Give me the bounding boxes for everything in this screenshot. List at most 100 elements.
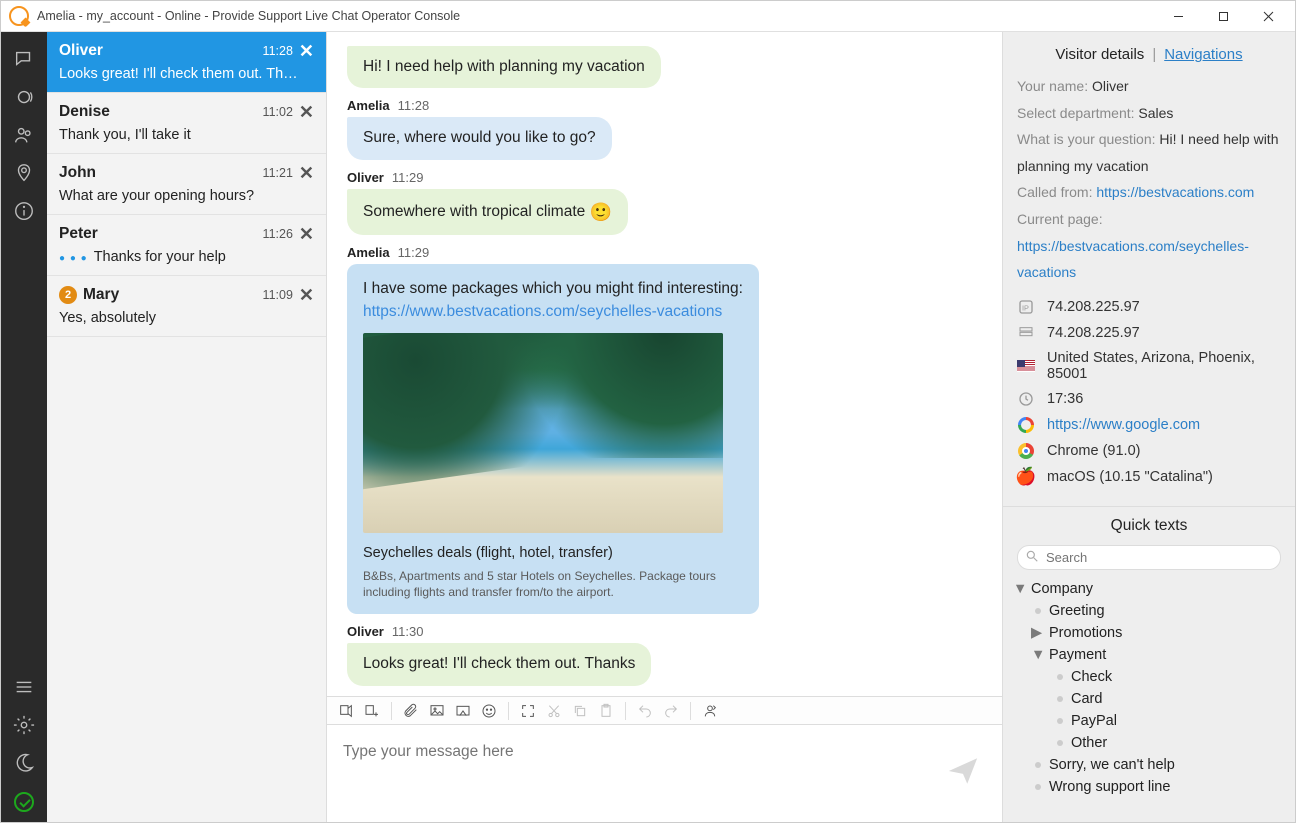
tab-navigations[interactable]: Navigations	[1164, 46, 1242, 63]
message-meta: Oliver11:29	[347, 170, 982, 185]
card-title: Seychelles deals (flight, hotel, transfe…	[363, 543, 743, 564]
quick-texts-tree: ▼Company Greeting ▶Promotions ▼Payment C…	[1003, 578, 1295, 822]
chat-preview: Yes, absolutely	[59, 310, 314, 326]
tree-leaf-other[interactable]: Other	[1013, 732, 1285, 754]
tree-node-payment[interactable]: ▼Payment	[1013, 644, 1285, 666]
info-icon[interactable]	[1, 192, 47, 230]
chat-preview: Thank you, I'll take it	[59, 127, 314, 143]
tree-leaf-wrong[interactable]: Wrong support line	[1013, 776, 1285, 798]
chat-list-item[interactable]: Peter11:26✕ Thanks for your help	[47, 215, 326, 276]
tree-node-company[interactable]: ▼Company	[1013, 578, 1285, 600]
maximize-button[interactable]	[1201, 2, 1246, 31]
add-canned-icon[interactable]	[361, 700, 383, 722]
chrome-icon	[1017, 442, 1035, 460]
message-input[interactable]	[343, 743, 946, 779]
ip-address: 74.208.225.97	[1047, 299, 1140, 315]
compose-input-area	[327, 724, 1002, 822]
svg-text:IP: IP	[1022, 303, 1029, 312]
visitor-details: Your name: Oliver Select department: Sal…	[1003, 73, 1295, 286]
chat-list-item[interactable]: 2Mary11:09✕ Yes, absolutely	[47, 276, 326, 337]
location-icon[interactable]	[1, 154, 47, 192]
referrer-link[interactable]: https://www.google.com	[1047, 417, 1200, 433]
close-chat-icon[interactable]: ✕	[299, 227, 314, 241]
card-lead: I have some packages which you might fin…	[363, 278, 743, 300]
toolbar-separator	[690, 702, 691, 720]
agent-message-card: I have some packages which you might fin…	[347, 264, 759, 614]
redo-icon	[660, 700, 682, 722]
visitor-department: Sales	[1138, 105, 1173, 121]
tab-visitor-details[interactable]: Visitor details	[1055, 46, 1144, 63]
cut-icon	[543, 700, 565, 722]
tree-leaf-sorry[interactable]: Sorry, we can't help	[1013, 754, 1285, 776]
tree-node-promotions[interactable]: ▶Promotions	[1013, 622, 1285, 644]
visitor-message: Hi! I need help with planning my vacatio…	[347, 46, 661, 88]
visitor-location: United States, Arizona, Phoenix, 85001	[1047, 350, 1281, 382]
os-value: macOS (10.15 "Catalina")	[1047, 469, 1213, 485]
chat-list-item[interactable]: John11:21 ✕ What are your opening hours?	[47, 154, 326, 215]
search-icon	[1025, 549, 1039, 566]
right-tabs: Visitor details | Navigations	[1003, 32, 1295, 73]
toolbar-separator	[391, 702, 392, 720]
chat-time: 11:09	[263, 288, 293, 302]
called-from-link[interactable]: https://bestvacations.com	[1096, 184, 1254, 200]
window-title: Amelia - my_account - Online - Provide S…	[37, 9, 460, 23]
close-chat-icon[interactable]: ✕	[299, 44, 314, 58]
night-mode-icon[interactable]	[1, 744, 47, 782]
host-address: 74.208.225.97	[1047, 325, 1140, 341]
fullscreen-icon[interactable]	[517, 700, 539, 722]
tree-leaf-check[interactable]: Check	[1013, 666, 1285, 688]
menu-icon[interactable]	[1, 668, 47, 706]
attach-file-icon[interactable]	[400, 700, 422, 722]
current-page-link[interactable]: https://bestvacations.com/seychelles-vac…	[1017, 238, 1249, 281]
chat-list-item[interactable]: Oliver11:28✕ Looks great! I'll check the…	[47, 32, 326, 93]
unread-badge: 2	[59, 286, 77, 304]
card-link[interactable]: https://www.bestvacations.com/seychelles…	[363, 303, 722, 320]
smile-emoji-icon: 🙂	[590, 202, 612, 222]
visitor-info-list: IP 74.208.225.97 74.208.225.97 United Sta…	[1003, 286, 1295, 506]
copy-icon	[569, 700, 591, 722]
chat-list-item[interactable]: Denise11:02 ✕ Thank you, I'll take it	[47, 93, 326, 154]
chat-name: Denise	[59, 103, 263, 121]
message-meta: Amelia11:29	[347, 245, 982, 260]
image-icon[interactable]	[426, 700, 448, 722]
flag-icon	[1017, 357, 1035, 375]
transfer-icon[interactable]	[699, 700, 721, 722]
chats-icon[interactable]	[1, 40, 47, 78]
send-button[interactable]	[946, 754, 986, 794]
chat-time: 11:21	[263, 166, 293, 180]
visitor-message: Somewhere with tropical climate 🙂	[347, 189, 628, 235]
chat-preview: What are your opening hours?	[59, 188, 314, 204]
quick-texts-panel: Quick texts ▼Company Greeting ▶Promotion…	[1003, 506, 1295, 822]
toolbar-separator	[625, 702, 626, 720]
chat-time: 11:02	[263, 105, 293, 119]
quick-texts-search[interactable]	[1017, 545, 1281, 570]
help-call-icon[interactable]	[1, 78, 47, 116]
tree-leaf-paypal[interactable]: PayPal	[1013, 710, 1285, 732]
close-chat-icon[interactable]: ✕	[299, 288, 314, 302]
chat-preview: Thanks for your help	[59, 249, 314, 265]
minimize-button[interactable]	[1156, 2, 1201, 31]
quick-texts-title: Quick texts	[1003, 507, 1295, 545]
settings-icon[interactable]	[1, 706, 47, 744]
message-meta: Amelia11:28	[347, 98, 982, 113]
titlebar: Amelia - my_account - Online - Provide S…	[1, 1, 1295, 32]
ip-icon: IP	[1017, 298, 1035, 316]
chat-list: Oliver11:28✕ Looks great! I'll check the…	[47, 32, 327, 822]
tree-node-greeting[interactable]: Greeting	[1013, 600, 1285, 622]
card-subtitle: B&Bs, Apartments and 5 star Hotels on Se…	[363, 568, 723, 600]
close-chat-icon[interactable]: ✕	[299, 105, 314, 119]
screenshot-icon[interactable]	[452, 700, 474, 722]
canned-response-icon[interactable]	[335, 700, 357, 722]
message-list[interactable]: Hi! I need help with planning my vacatio…	[327, 32, 1002, 696]
online-status-icon[interactable]	[14, 792, 34, 812]
chat-name: John	[59, 164, 263, 182]
close-chat-icon[interactable]: ✕	[299, 166, 314, 180]
compose-toolbar	[327, 696, 1002, 724]
undo-icon	[634, 700, 656, 722]
host-icon	[1017, 324, 1035, 342]
visitors-icon[interactable]	[1, 116, 47, 154]
tree-leaf-card[interactable]: Card	[1013, 688, 1285, 710]
chat-name: Oliver	[59, 42, 263, 60]
close-window-button[interactable]	[1246, 2, 1291, 31]
emoji-icon[interactable]	[478, 700, 500, 722]
